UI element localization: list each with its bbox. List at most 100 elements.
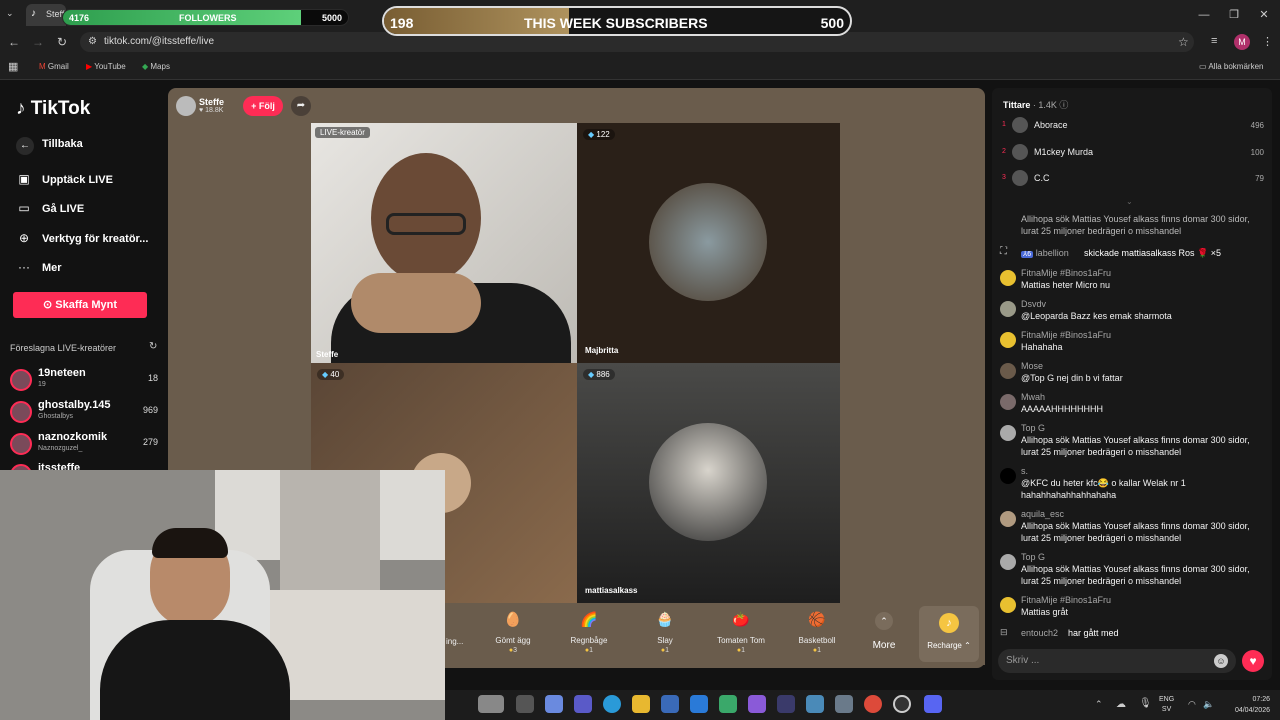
- kebab-menu-icon[interactable]: ⋮: [1262, 35, 1273, 48]
- chat-message: s. @KFC du heter kfc😂 o kallar Welak nr 1…: [1000, 466, 1262, 502]
- chat-message: Top G Allihopa sök Mattias Yousef alkass …: [1000, 423, 1262, 459]
- url-text: tiktok.com/@itssteffe/live: [104, 36, 214, 47]
- close-icon[interactable]: ✕: [1252, 6, 1276, 24]
- gift-rainbow[interactable]: 🌈 Regnbåge ●1: [559, 608, 619, 654]
- nav-creator-tools[interactable]: Verktyg för kreatör...: [42, 233, 148, 245]
- app-icon[interactable]: [835, 695, 853, 713]
- back-arrow-icon[interactable]: ←: [8, 35, 20, 49]
- recharge-button[interactable]: ♪ Recharge ⌃: [919, 606, 979, 662]
- gift-slay[interactable]: 🧁 Slay ●1: [635, 608, 695, 654]
- avatar: [10, 369, 32, 391]
- mic-icon[interactable]: 🎙: [1139, 698, 1152, 709]
- taskview-icon[interactable]: [516, 695, 534, 713]
- language-indicator[interactable]: ENG SV: [1159, 695, 1174, 715]
- more-dots-icon: ···: [18, 260, 30, 274]
- like-heart-button[interactable]: ♥: [1242, 650, 1264, 672]
- app-icon[interactable]: [748, 695, 766, 713]
- avatar: [1000, 554, 1016, 570]
- chrome-icon[interactable]: [864, 695, 882, 713]
- subscribers-goal-bar: 198 THIS WEEK SUBSCRIBERS 500: [382, 6, 852, 36]
- chat-input[interactable]: Skriv ...: [998, 649, 1236, 673]
- minimize-icon[interactable]: —: [1192, 6, 1216, 24]
- profile-avatar[interactable]: M: [1234, 34, 1250, 50]
- top-viewer[interactable]: 1 Aborace 496: [1002, 117, 1264, 137]
- gift-hidden-egg[interactable]: 🥚 Gömt ägg ●3: [483, 608, 543, 654]
- bookmarks-bar: [0, 54, 1280, 80]
- guest-avatar: [649, 423, 767, 541]
- reload-icon[interactable]: ↻: [57, 35, 67, 49]
- all-bookmarks[interactable]: ▭ Alla bokmärken: [1199, 62, 1263, 71]
- avatar: [1000, 394, 1016, 410]
- windows-taskbar: [445, 690, 1280, 720]
- webcam-shelf: [270, 590, 445, 700]
- host-avatar[interactable]: [176, 96, 196, 116]
- obs-icon[interactable]: [893, 695, 911, 713]
- more-gifts-button[interactable]: ⌃ More: [866, 612, 902, 651]
- video-tile-host[interactable]: LIVE-kreatör Steffe: [311, 123, 577, 363]
- nav-go-live[interactable]: Gå LIVE: [42, 203, 84, 215]
- volume-icon[interactable]: 🔈: [1203, 699, 1214, 710]
- video-tile-guest-3[interactable]: ◆ 886 mattiasalkass: [577, 363, 840, 603]
- followers-goal: 5000: [321, 13, 342, 23]
- get-coins-button[interactable]: ⊙ Skaffa Mynt: [13, 292, 147, 318]
- outlook-icon[interactable]: [690, 695, 708, 713]
- back-link[interactable]: Tillbaka: [42, 138, 83, 150]
- app-icon[interactable]: [806, 695, 824, 713]
- viewers-header[interactable]: Tittare · 1.4K ⓘ: [1003, 98, 1068, 111]
- widget-icon[interactable]: [478, 695, 504, 713]
- coin-price: ●1: [660, 647, 670, 654]
- apps-grid-icon[interactable]: ▦: [8, 60, 18, 73]
- share-icon[interactable]: ➦: [291, 96, 311, 116]
- top-viewer[interactable]: 3 C.C 79: [1002, 170, 1264, 190]
- bookmark-maps[interactable]: ◆ Maps: [142, 62, 170, 71]
- tiktok-logo[interactable]: ♪ TikTok: [16, 98, 90, 120]
- copilot-icon[interactable]: [545, 695, 563, 713]
- clock[interactable]: 07:26 04/04/2026: [1224, 694, 1270, 716]
- chat-message: Allihopa sök Mattias Yousef alkass finns…: [1021, 214, 1250, 236]
- suggested-creator[interactable]: 19neteen 19 18: [10, 367, 160, 397]
- video-tile-guest-1[interactable]: ◆ 122 Majbritta: [577, 123, 840, 363]
- discord-icon[interactable]: [924, 695, 942, 713]
- back-icon[interactable]: ←: [16, 137, 34, 155]
- emoji-icon[interactable]: ☺: [1214, 654, 1228, 668]
- edge-icon[interactable]: [603, 695, 621, 713]
- avatar: [1000, 332, 1016, 348]
- host-name[interactable]: Steffe: [199, 97, 224, 107]
- tab-menu-button[interactable]: ⌄: [6, 8, 14, 19]
- gift-basketball[interactable]: 🏀 Basketboll ●1: [787, 608, 847, 654]
- chat-message: Top G Allihopa sök Mattias Yousef alkass …: [1000, 552, 1262, 588]
- suggested-creator[interactable]: ghostalby.145 Ghostalbys 969: [10, 399, 160, 429]
- follow-button[interactable]: + Följ: [243, 96, 283, 116]
- avatar: [1012, 117, 1028, 133]
- teams-icon[interactable]: [574, 695, 592, 713]
- nav-more[interactable]: Mer: [42, 262, 62, 274]
- chat-gift-message: ⛶ ⅄6 labellion skickade mattiasalkass Ros …: [1000, 246, 1262, 260]
- wifi-icon[interactable]: ◠: [1188, 699, 1196, 710]
- avatar: [1000, 301, 1016, 317]
- bookmark-star-icon[interactable]: ☆: [1178, 35, 1189, 49]
- app-icon[interactable]: [777, 695, 795, 713]
- vpn-icon[interactable]: [719, 695, 737, 713]
- expand-chevron-icon[interactable]: ⌄: [1126, 197, 1133, 206]
- store-icon[interactable]: [661, 695, 679, 713]
- partial-gift-label: ing...: [446, 637, 464, 646]
- forward-arrow-icon[interactable]: →: [32, 35, 44, 49]
- maximize-icon[interactable]: ❐: [1222, 6, 1246, 24]
- subs-goal: 500: [820, 15, 844, 31]
- refresh-icon[interactable]: ↻: [149, 341, 157, 352]
- host-glasses: [386, 213, 466, 235]
- bookmark-youtube[interactable]: ▶ YouTube: [86, 62, 126, 71]
- media-icon[interactable]: ≡: [1211, 35, 1217, 47]
- chat-message: Dsvdv @Leoparda Bazz kes emak sharmota: [1000, 299, 1262, 325]
- suggested-creator[interactable]: itssteffe: [10, 462, 160, 470]
- nav-discover-live[interactable]: Upptäck LIVE: [42, 174, 113, 186]
- tray-chevron-icon[interactable]: ⌃: [1095, 699, 1103, 710]
- bookmark-gmail[interactable]: M Gmail: [39, 62, 69, 71]
- top-viewer[interactable]: 2 M1ckey Murda 100: [1002, 144, 1264, 164]
- site-info-icon[interactable]: ⚙: [88, 36, 97, 47]
- explorer-icon[interactable]: [632, 695, 650, 713]
- gift-tomato[interactable]: 🍅 Tomaten Tom ●1: [711, 608, 771, 654]
- onedrive-icon[interactable]: ☁: [1116, 699, 1126, 710]
- avatar: [1000, 425, 1016, 441]
- suggested-creator[interactable]: naznozkomik Naznozguzel_ 279: [10, 431, 160, 461]
